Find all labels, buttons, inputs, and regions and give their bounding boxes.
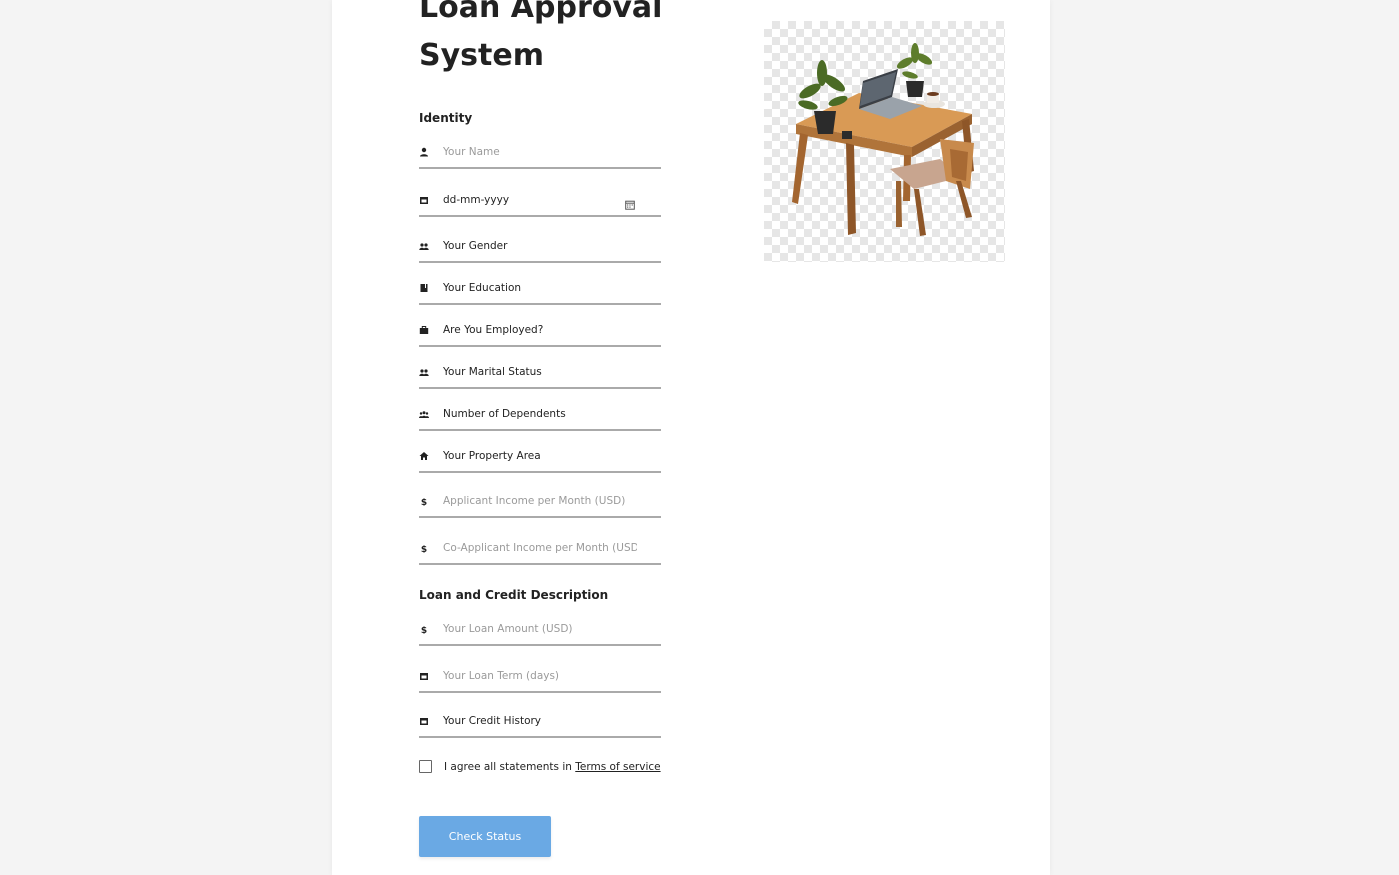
people-icon (419, 241, 429, 251)
applicant-income-field[interactable]: $ Applicant Income per Month (USD) (419, 494, 661, 518)
people-icon (419, 367, 429, 377)
calendar-icon (419, 195, 429, 205)
check-status-button[interactable]: Check Status (419, 816, 551, 857)
applicant-income-placeholder: Applicant Income per Month (USD) (443, 495, 626, 507)
coapplicant-income-placeholder: Co-Applicant Income per Month (USD) (443, 542, 637, 554)
briefcase-icon (419, 325, 429, 335)
loan-amount-field[interactable]: $ Your Loan Amount (USD) (419, 622, 661, 646)
svg-text:$: $ (421, 498, 427, 506)
credit-history-select[interactable]: Your Credit History (419, 714, 661, 738)
terms-label: I agree all statements in Terms of servi… (444, 761, 661, 773)
dependents-select[interactable]: Number of Dependents (419, 407, 661, 431)
gender-select[interactable]: Your Gender (419, 239, 661, 263)
terms-agreement: I agree all statements in Terms of servi… (419, 760, 679, 776)
svg-text:$: $ (421, 626, 427, 634)
date-picker-icon[interactable] (625, 195, 635, 210)
marital-status-value: Your Marital Status (443, 366, 542, 378)
loan-amount-placeholder: Your Loan Amount (USD) (443, 623, 573, 635)
gender-value: Your Gender (443, 240, 508, 252)
education-select[interactable]: Your Education (419, 281, 661, 305)
employed-select[interactable]: Are You Employed? (419, 323, 661, 347)
book-icon (419, 283, 429, 293)
loan-term-field[interactable]: Your Loan Term (days) (419, 669, 661, 693)
loan-term-placeholder: Your Loan Term (days) (443, 670, 560, 682)
calendar-icon (419, 716, 429, 726)
page-title: Loan Approval System (419, 0, 663, 73)
terms-of-service-link[interactable]: Terms of service (575, 761, 660, 773)
credit-history-value: Your Credit History (443, 715, 542, 727)
dollar-icon: $ (419, 496, 429, 506)
education-value: Your Education (443, 282, 522, 294)
name-placeholder: Your Name (443, 146, 500, 158)
marital-status-select[interactable]: Your Marital Status (419, 365, 661, 389)
property-area-select[interactable]: Your Property Area (419, 449, 661, 473)
home-icon (419, 451, 429, 461)
dollar-icon: $ (419, 543, 429, 553)
dependents-value: Number of Dependents (443, 408, 566, 420)
calendar-icon (419, 671, 429, 681)
name-field[interactable]: Your Name (419, 145, 661, 169)
employed-value: Are You Employed? (443, 324, 544, 336)
terms-checkbox[interactable] (419, 760, 432, 773)
property-area-value: Your Property Area (443, 450, 541, 462)
group-icon (419, 409, 429, 419)
section-loan-title: Loan and Credit Description (419, 588, 609, 602)
dob-field[interactable]: dd-mm-yyyy (419, 193, 661, 217)
desk-illustration (764, 21, 1005, 262)
svg-text:$: $ (421, 545, 427, 553)
dollar-icon: $ (419, 624, 429, 634)
terms-text: I agree all statements in (444, 761, 576, 773)
section-identity-title: Identity (419, 111, 473, 125)
coapplicant-income-field[interactable]: $ Co-Applicant Income per Month (USD) (419, 541, 661, 565)
person-icon (419, 147, 429, 157)
